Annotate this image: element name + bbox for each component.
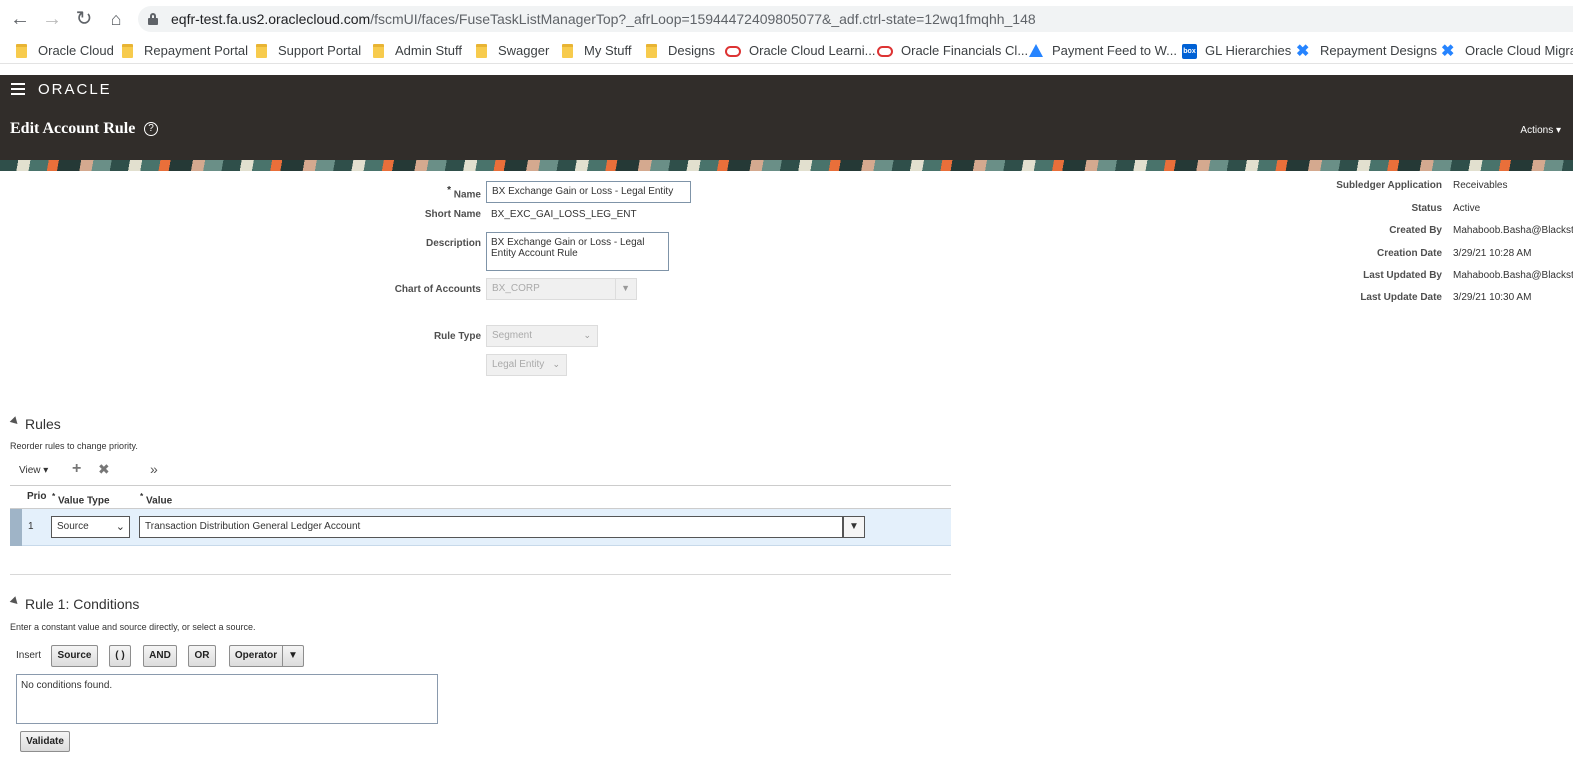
- insert-or-button[interactable]: OR: [188, 645, 216, 667]
- column-header-prio[interactable]: Prio: [27, 491, 46, 502]
- rules-section-title: Rules: [25, 416, 61, 432]
- folder-icon: [16, 44, 27, 58]
- folder-icon: [122, 44, 133, 58]
- hamburger-menu-icon[interactable]: [11, 83, 25, 95]
- oracle-logo[interactable]: ORACLE: [38, 81, 112, 98]
- back-arrow-icon[interactable]: ←: [9, 8, 31, 30]
- page-title: Edit Account Rule: [10, 120, 136, 137]
- conditions-textarea[interactable]: No conditions found.: [16, 674, 438, 724]
- url-text: eqfr-test.fa.us2.oraclecloud.com/fscmUI/…: [171, 11, 1036, 27]
- oracle-ring-icon: [877, 46, 893, 57]
- last-updated-by-value: Mahaboob.Basha@Blackst: [1453, 270, 1573, 281]
- app-header: ORACLE Edit Account Rule ? Actions ▾: [0, 75, 1573, 160]
- folder-icon: [562, 44, 573, 58]
- rule-type-label: Rule Type: [433, 331, 481, 342]
- address-bar[interactable]: eqfr-test.fa.us2.oraclecloud.com/fscmUI/…: [138, 6, 1573, 32]
- status-value: Active: [1453, 203, 1481, 214]
- conditions-section-title: Rule 1: Conditions: [25, 596, 140, 612]
- actions-menu[interactable]: Actions ▾: [1520, 125, 1561, 136]
- insert-parentheses-button[interactable]: ( ): [109, 645, 131, 667]
- creation-date-label: Creation Date: [1376, 248, 1442, 259]
- insert-and-button[interactable]: AND: [143, 645, 177, 667]
- rule-type-select: Segment ⌄: [486, 325, 598, 347]
- segment-select: Legal Entity ⌄: [486, 354, 567, 376]
- row-selector-handle[interactable]: [10, 509, 22, 546]
- reload-icon[interactable]: ↻: [73, 8, 95, 30]
- description-textarea[interactable]: BX Exchange Gain or Loss - Legal Entity …: [486, 232, 669, 271]
- folder-icon: [476, 44, 487, 58]
- subledger-application-label: Subledger Application: [1336, 180, 1442, 191]
- atlassian-icon: [1029, 44, 1043, 57]
- rules-table-header: Prio * Value Type * Value: [10, 485, 951, 509]
- lock-icon: [148, 13, 158, 25]
- chevron-down-icon: ⌄: [583, 330, 591, 340]
- view-menu[interactable]: View ▾: [19, 465, 48, 476]
- collapse-triangle-icon[interactable]: [9, 596, 21, 607]
- last-update-date-value: 3/29/21 10:30 AM: [1453, 292, 1532, 303]
- short-name-value: BX_EXC_GAI_LOSS_LEG_ENT: [491, 209, 637, 220]
- description-label: Description: [425, 238, 481, 249]
- chevron-down-icon: ⌄: [115, 521, 125, 533]
- folder-icon: [256, 44, 267, 58]
- section-divider: [10, 574, 951, 575]
- dropdown-arrow-icon: ▼: [621, 283, 630, 293]
- confluence-icon: ✖: [1441, 43, 1455, 60]
- insert-operator-button[interactable]: Operator: [229, 645, 283, 667]
- delete-icon[interactable]: ✖: [98, 461, 110, 478]
- browser-toolbar: ← → ↻ ⌂ eqfr-test.fa.us2.oraclecloud.com…: [0, 0, 1573, 38]
- last-update-date-label: Last Update Date: [1360, 292, 1442, 303]
- chart-of-accounts-select: BX_CORP ▼: [486, 278, 637, 300]
- chevron-down-icon: ⌄: [552, 359, 560, 369]
- oracle-ring-icon: [725, 46, 741, 57]
- creation-date-value: 3/29/21 10:28 AM: [1453, 248, 1532, 259]
- last-updated-by-label: Last Updated By: [1363, 270, 1442, 281]
- value-type-select[interactable]: Source ⌄: [51, 516, 130, 538]
- operator-dropdown-icon[interactable]: ▼: [282, 645, 304, 667]
- column-header-value[interactable]: * Value: [140, 491, 172, 506]
- short-name-label: Short Name: [424, 209, 481, 220]
- validate-button[interactable]: Validate: [20, 731, 70, 752]
- column-header-value-type[interactable]: * Value Type: [52, 491, 110, 506]
- box-icon: box: [1182, 44, 1197, 59]
- bookmarks-bar: Oracle Cloud Repayment Portal Support Po…: [0, 38, 1573, 64]
- rules-hint: Reorder rules to change priority.: [10, 441, 138, 451]
- value-dropdown-icon[interactable]: ▼: [843, 516, 865, 538]
- chart-of-accounts-label: Chart of Accounts: [394, 284, 481, 295]
- table-row[interactable]: 1 Source ⌄ Transaction Distribution Gener…: [10, 509, 951, 546]
- status-label: Status: [1411, 203, 1442, 214]
- folder-icon: [373, 44, 384, 58]
- add-icon[interactable]: +: [72, 460, 81, 478]
- help-icon[interactable]: ?: [144, 122, 158, 136]
- forward-arrow-icon[interactable]: →: [41, 8, 63, 30]
- value-input[interactable]: Transaction Distribution General Ledger …: [139, 516, 843, 538]
- collapse-triangle-icon[interactable]: [9, 416, 21, 427]
- row-prio: 1: [28, 521, 34, 532]
- decorative-banner: [0, 160, 1573, 171]
- conditions-hint: Enter a constant value and source direct…: [10, 622, 256, 632]
- name-input[interactable]: BX Exchange Gain or Loss - Legal Entity: [486, 181, 691, 203]
- folder-icon: [646, 44, 657, 58]
- confluence-icon: ✖: [1296, 43, 1310, 60]
- created-by-value: Mahaboob.Basha@Blackst: [1453, 225, 1573, 236]
- rules-table: Prio * Value Type * Value 1 Source ⌄ Tran…: [10, 485, 951, 546]
- more-icon[interactable]: »: [150, 461, 158, 477]
- insert-source-button[interactable]: Source: [51, 645, 98, 667]
- created-by-label: Created By: [1389, 225, 1442, 236]
- home-icon[interactable]: ⌂: [105, 8, 127, 30]
- name-label: * Name: [447, 185, 481, 201]
- insert-label: Insert: [16, 650, 42, 661]
- subledger-application-value: Receivables: [1453, 180, 1508, 191]
